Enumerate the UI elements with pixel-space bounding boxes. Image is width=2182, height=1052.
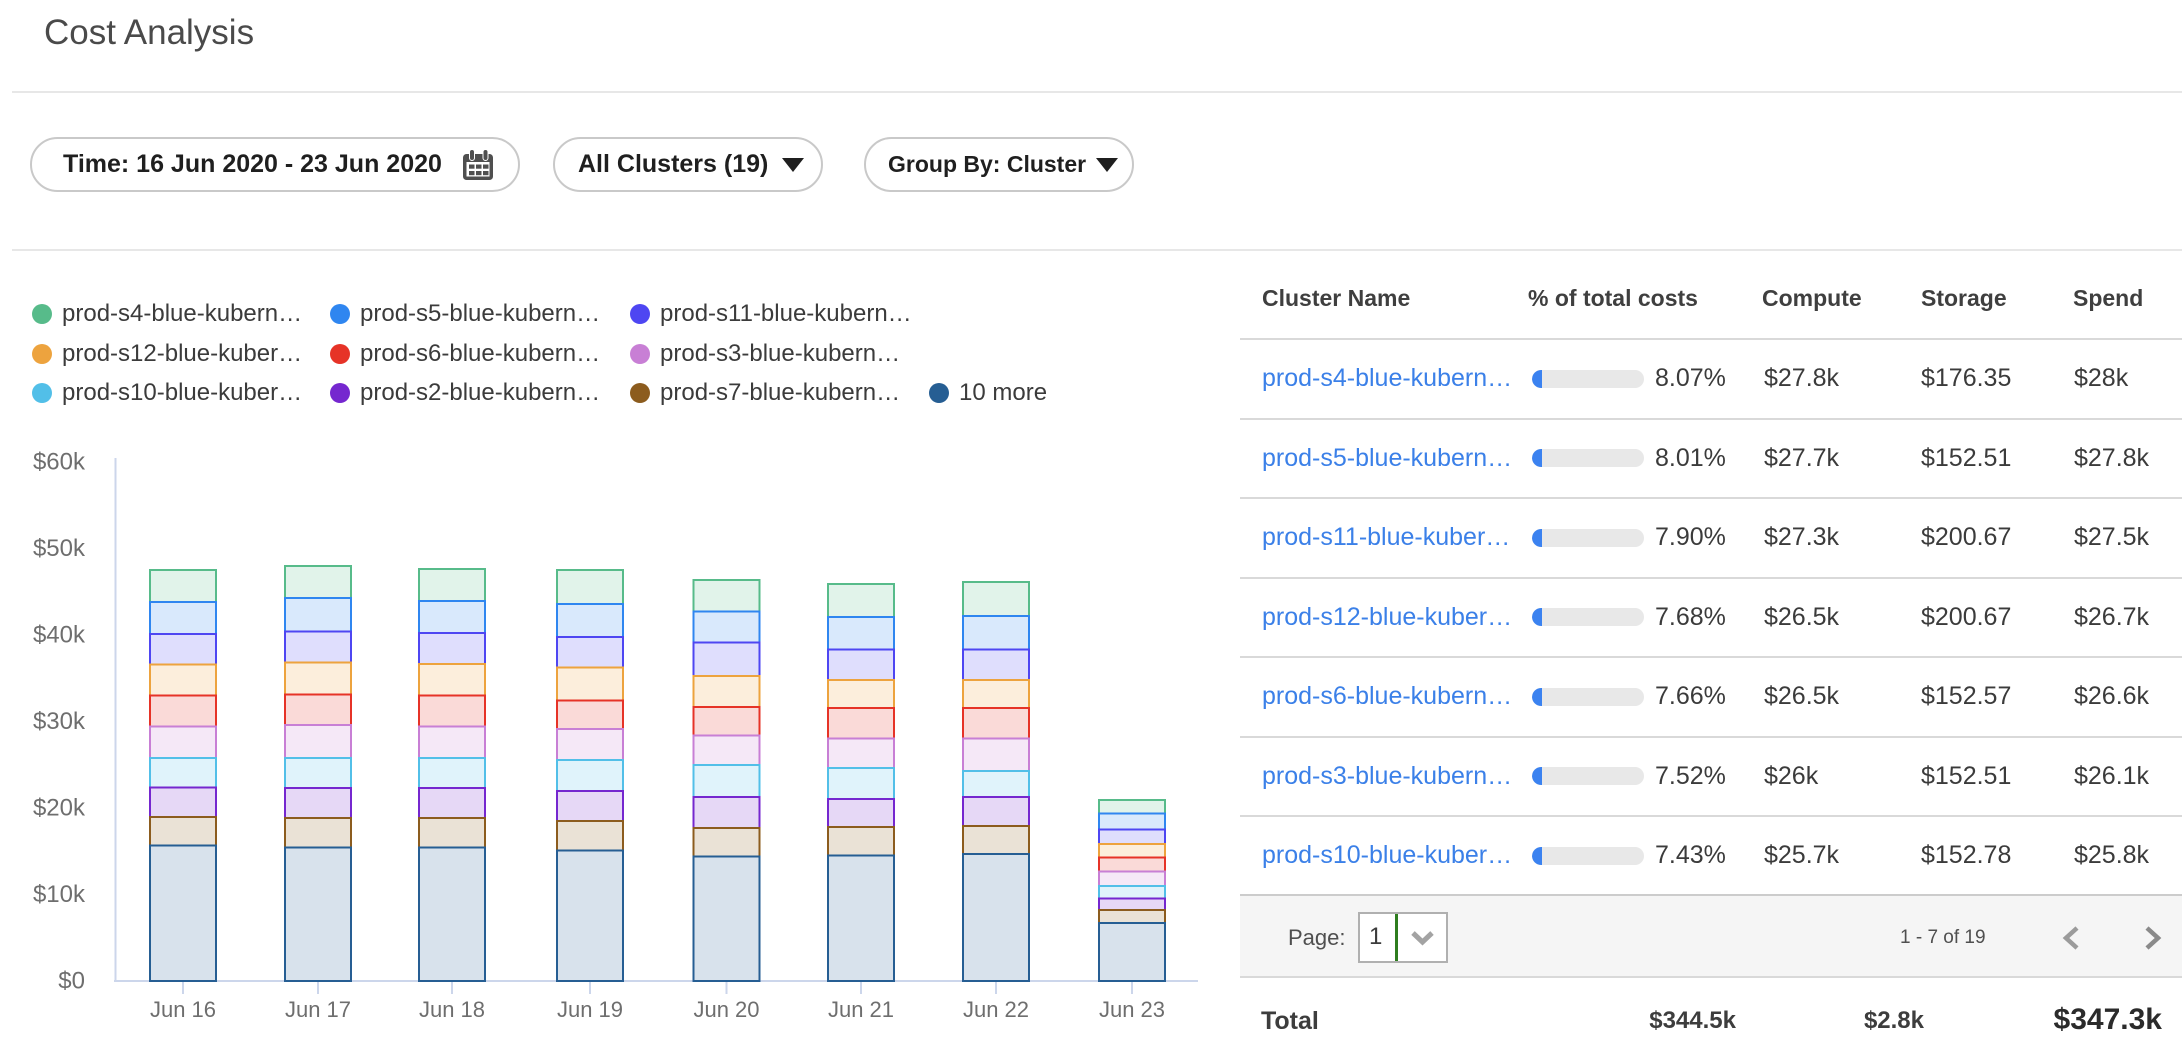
- svg-text:Jun 20: Jun 20: [693, 997, 759, 1022]
- svg-text:$40k: $40k: [33, 622, 86, 649]
- svg-text:Jun 18: Jun 18: [419, 997, 485, 1022]
- svg-text:$30k: $30k: [33, 708, 86, 735]
- svg-text:Jun 22: Jun 22: [963, 997, 1029, 1022]
- svg-text:Jun 16: Jun 16: [150, 997, 216, 1022]
- svg-text:Jun 17: Jun 17: [285, 997, 351, 1022]
- svg-text:$60k: $60k: [33, 449, 86, 476]
- svg-text:Jun 19: Jun 19: [557, 997, 623, 1022]
- svg-text:Jun 23: Jun 23: [1099, 997, 1165, 1022]
- svg-text:Jun 21: Jun 21: [828, 997, 894, 1022]
- svg-text:$10k: $10k: [33, 881, 86, 908]
- svg-text:$0: $0: [58, 968, 85, 995]
- svg-text:$20k: $20k: [33, 795, 86, 822]
- svg-text:$50k: $50k: [33, 535, 86, 562]
